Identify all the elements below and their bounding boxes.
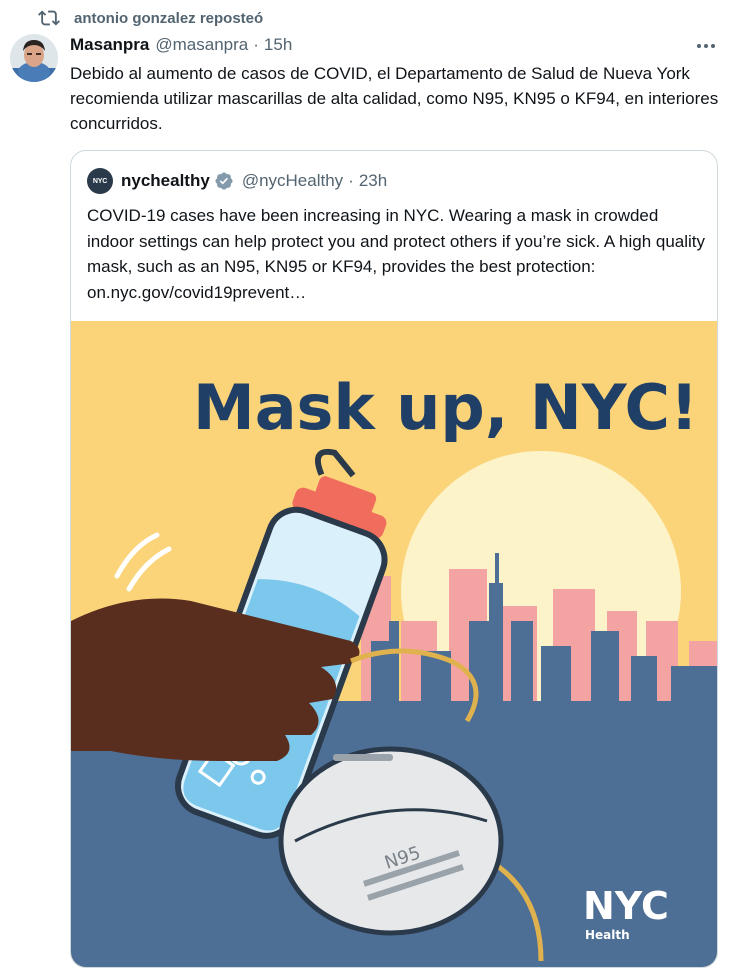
quoted-tweet-card[interactable]: NYC nychealthy @nycHealthy · 23h COVID-1… — [70, 150, 718, 968]
poster-headline: Mask up, NYC! — [193, 371, 698, 444]
quoted-separator-dot: · — [348, 171, 354, 190]
avatar[interactable] — [10, 34, 58, 82]
quoted-avatar: NYC — [87, 168, 113, 194]
more-dots-icon — [696, 36, 716, 54]
quoted-avatar-text: NYC — [92, 177, 108, 185]
verified-badge-icon — [214, 171, 234, 191]
repost-label: antonio gonzalez reposteó — [74, 9, 264, 27]
repost-indicator[interactable]: antonio gonzalez reposteó — [38, 6, 263, 30]
tweet-timestamp[interactable]: 15h — [264, 35, 292, 55]
quoted-tweet-header: NYC nychealthy @nycHealthy · 23h — [87, 168, 387, 194]
quoted-author-name: nychealthy — [121, 171, 210, 190]
nyc-logo-text: NYC — [583, 884, 669, 928]
mask-up-poster-image[interactable]: Mask up, NYC! N95 NYC Health — [71, 321, 717, 967]
more-options-button[interactable] — [692, 34, 720, 56]
nyc-logo-subtext: Health — [585, 928, 630, 942]
tweet-header: Masanpra @masanpra · 15h — [70, 34, 292, 56]
author-handle[interactable]: @masanpra — [155, 35, 248, 55]
quoted-author-handle: @nycHealthy — [241, 171, 344, 190]
separator-dot: · — [253, 35, 259, 54]
repost-tweet: antonio gonzalez reposteó Masanpra @masa… — [0, 0, 746, 974]
repost-icon — [38, 7, 60, 29]
tweet-text: Debido al aumento de casos de COVID, el … — [70, 64, 719, 133]
quoted-tweet-text: COVID-19 cases have been increasing in N… — [87, 206, 706, 302]
author-name[interactable]: Masanpra — [70, 35, 149, 55]
quoted-timestamp: 23h — [358, 171, 388, 190]
